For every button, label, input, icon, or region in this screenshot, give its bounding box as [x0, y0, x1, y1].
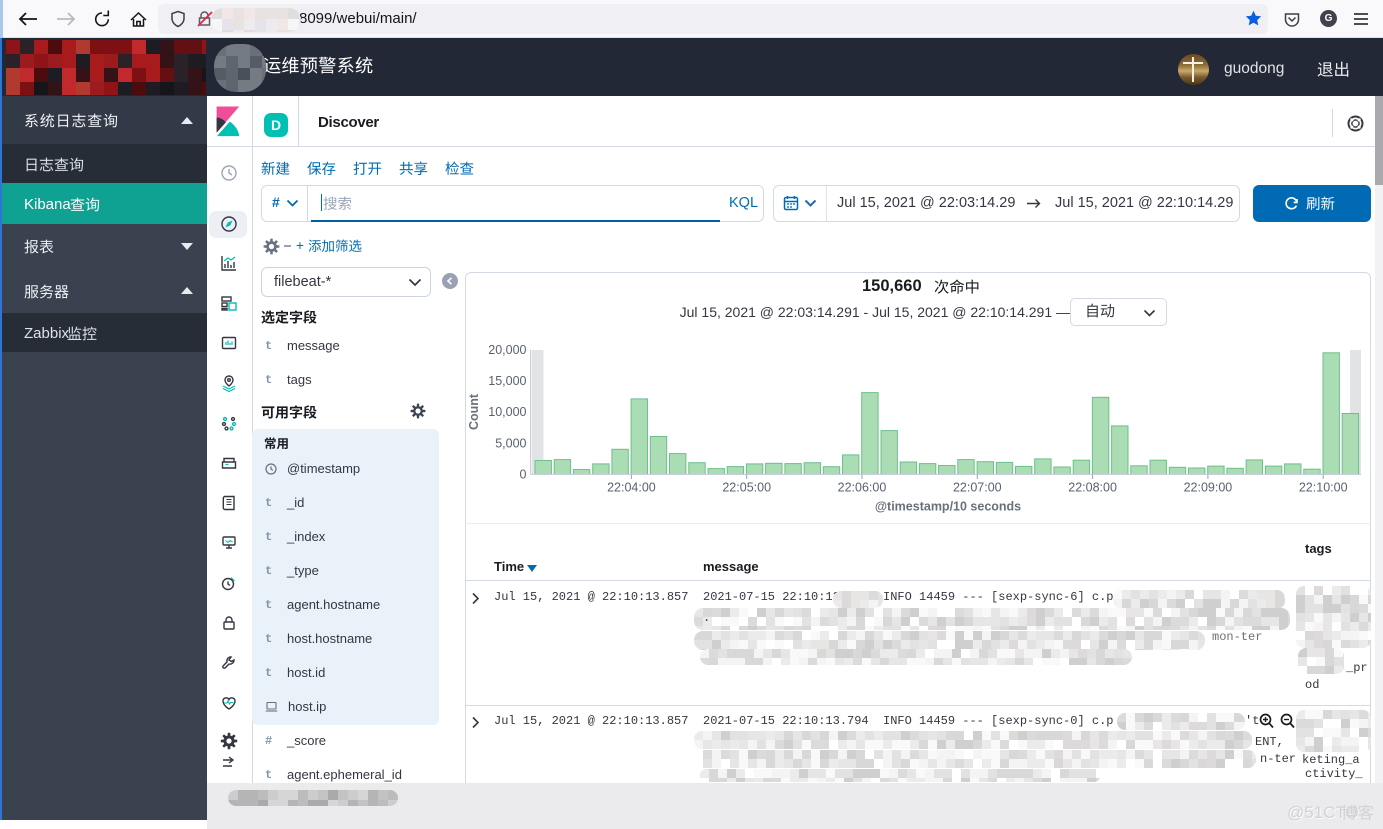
- svg-text:0: 0: [520, 468, 527, 482]
- svg-text:@timestamp/10 seconds: @timestamp/10 seconds: [875, 500, 1021, 514]
- svg-text:10,000: 10,000: [488, 405, 526, 419]
- svg-text:22:05:00: 22:05:00: [722, 481, 771, 495]
- svg-text:22:08:00: 22:08:00: [1068, 481, 1117, 495]
- svg-text:15,000: 15,000: [488, 374, 526, 388]
- svg-text:22:07:00: 22:07:00: [953, 481, 1002, 495]
- svg-text:5,000: 5,000: [495, 436, 526, 450]
- svg-text:22:06:00: 22:06:00: [838, 481, 887, 495]
- svg-text:22:10:00: 22:10:00: [1299, 481, 1348, 495]
- svg-text:Count: Count: [467, 393, 481, 430]
- svg-text:22:09:00: 22:09:00: [1184, 481, 1233, 495]
- svg-text:22:04:00: 22:04:00: [607, 481, 656, 495]
- svg-text:20,000: 20,000: [488, 343, 526, 357]
